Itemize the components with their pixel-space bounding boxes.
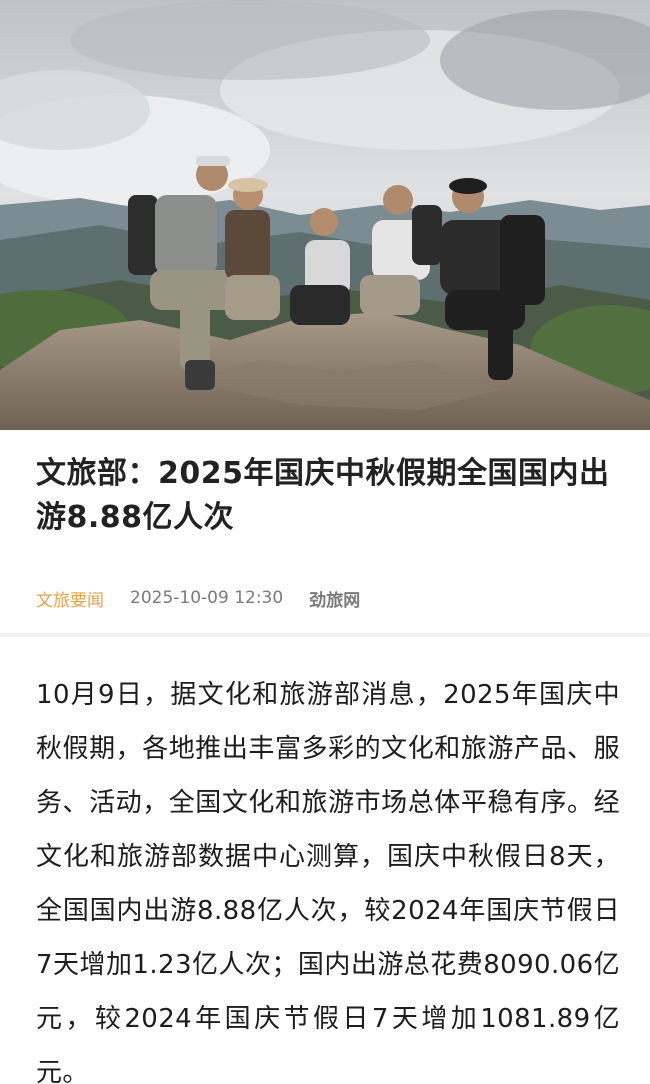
hero-image[interactable]	[0, 0, 650, 430]
article-page: 文旅部：2025年国庆中秋假期全国国内出游8.88亿人次 文旅要闻 2025-1…	[0, 0, 650, 1084]
publish-time: 2025-10-09 12:30	[130, 588, 284, 608]
article-meta: 文旅要闻 2025-10-09 12:30 劲旅网	[36, 585, 360, 611]
channel-link[interactable]: 文旅要闻	[36, 586, 104, 611]
section-divider	[0, 633, 650, 637]
article-title: 文旅部：2025年国庆中秋假期全国国内出游8.88亿人次	[36, 456, 610, 535]
source-name: 劲旅网	[309, 590, 361, 611]
article-body: 10月9日，据文化和旅游部消息，2025年国庆中秋假期，各地推出丰富多彩的文化和…	[36, 680, 620, 1084]
hero-photo-illustration	[0, 0, 650, 430]
